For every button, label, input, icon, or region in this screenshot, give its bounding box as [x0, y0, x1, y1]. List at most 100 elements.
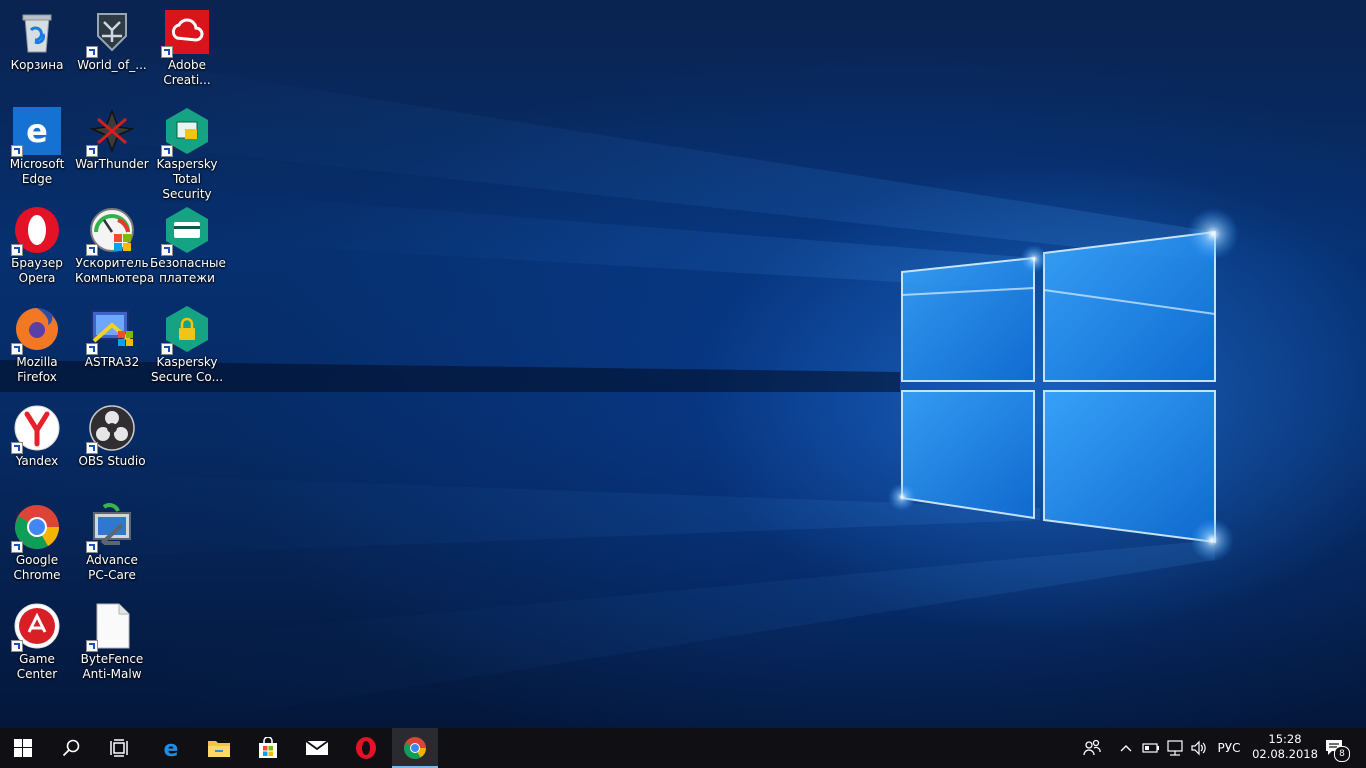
desktop-icon-chrome[interactable]: Google Chrome: [0, 497, 74, 589]
shortcut-arrow-icon: [161, 343, 173, 355]
opera-icon: [11, 206, 61, 256]
shortcut-arrow-icon: [161, 244, 173, 256]
shortcut-arrow-icon: [86, 640, 98, 652]
taskbar-explorer-button[interactable]: [196, 728, 242, 768]
speedometer-icon: [86, 206, 136, 256]
shortcut-arrow-icon: [11, 541, 23, 553]
network-icon: [1167, 740, 1183, 756]
game-center-icon: [11, 602, 61, 652]
desktop-icon-label: Ускоритель Компьютера: [75, 256, 155, 285]
volume-button[interactable]: [1188, 728, 1210, 768]
desktop-icon-astra32[interactable]: ASTRA32: [75, 299, 149, 391]
desktop-icon-label: Kaspersky Secure Co...: [150, 355, 224, 384]
notification-count-badge: 8: [1334, 746, 1350, 762]
recycle-bin-icon: [13, 8, 61, 56]
shortcut-arrow-icon: [11, 145, 23, 157]
opera-icon: [356, 737, 376, 759]
action-center-button[interactable]: 8: [1320, 728, 1350, 768]
shortcut-arrow-icon: [161, 46, 173, 58]
search-button[interactable]: [48, 728, 94, 768]
chrome-icon: [11, 503, 61, 553]
desktop-icon-bytefence[interactable]: ByteFence Anti-Malw: [75, 596, 149, 688]
adobe-creative-cloud-icon: [161, 8, 211, 58]
desktop-icon-obs[interactable]: OBS Studio: [75, 398, 149, 490]
desktop-icon-kaspersky-secure-connection[interactable]: Kaspersky Secure Co...: [150, 299, 224, 391]
pc-care-icon: [86, 503, 136, 553]
shortcut-arrow-icon: [86, 541, 98, 553]
start-button[interactable]: [0, 728, 46, 768]
chrome-icon: [404, 737, 426, 759]
task-view-button[interactable]: [96, 728, 142, 768]
blank-file-icon: [86, 602, 136, 652]
desktop-icon-label: ASTRA32: [84, 355, 140, 369]
desktop-icon-label: World_of_...: [77, 58, 147, 72]
kaspersky-secure-connection-icon: [161, 305, 211, 355]
desktop-icon-label: Kaspersky Total Security: [156, 157, 218, 201]
firefox-icon: [11, 305, 61, 355]
task-view-icon: [110, 739, 128, 757]
mail-icon: [305, 740, 329, 755]
taskbar-store-button[interactable]: [245, 728, 291, 768]
taskbar-edge-button[interactable]: e: [148, 728, 194, 768]
shortcut-arrow-icon: [11, 442, 23, 454]
edge-icon: e: [11, 107, 61, 157]
warthunder-icon: [86, 107, 136, 157]
input-language-button[interactable]: РУС: [1212, 728, 1246, 768]
people-button[interactable]: [1078, 728, 1106, 768]
desktop-icon-label: Game Center: [16, 652, 58, 681]
desktop-icon-edge[interactable]: e Microsoft Edge: [0, 101, 74, 193]
battery-button[interactable]: [1140, 728, 1162, 768]
desktop-icon-adobe-cc[interactable]: Adobe Creati...: [150, 2, 224, 94]
desktop-icon-yandex[interactable]: Yandex: [0, 398, 74, 490]
taskbar-chrome-button[interactable]: [392, 728, 438, 768]
desktop-icon-label: Браузер Opera: [11, 256, 63, 285]
desktop-icon-warthunder[interactable]: WarThunder: [75, 101, 149, 193]
shortcut-arrow-icon: [11, 244, 23, 256]
shortcut-arrow-icon: [86, 244, 98, 256]
taskbar-opera-button[interactable]: [343, 728, 389, 768]
taskbar: e РУС 15:28 02.08.2018 8: [0, 728, 1366, 768]
chevron-up-icon: [1120, 745, 1132, 752]
network-button[interactable]: [1164, 728, 1186, 768]
svg-text:e: e: [26, 112, 48, 150]
kaspersky-total-security-icon: [161, 107, 211, 157]
people-icon: [1083, 739, 1101, 756]
desktop-icon-label: Adobe Creati...: [163, 58, 211, 87]
desktop-icon-game-center[interactable]: Game Center: [0, 596, 74, 688]
desktop-icon-recycle-bin[interactable]: Корзина: [0, 2, 74, 94]
input-language-label: РУС: [1217, 741, 1241, 755]
taskbar-mail-button[interactable]: [294, 728, 340, 768]
desktop-icon-kaspersky-total-security[interactable]: Kaspersky Total Security: [150, 101, 224, 201]
clock-time: 15:28: [1268, 732, 1302, 746]
shortcut-arrow-icon: [86, 145, 98, 157]
shortcut-arrow-icon: [161, 145, 173, 157]
yandex-icon: [11, 404, 61, 454]
shortcut-arrow-icon: [86, 442, 98, 454]
show-hidden-icons-button[interactable]: [1116, 728, 1136, 768]
desktop-icon-firefox[interactable]: Mozilla Firefox: [0, 299, 74, 391]
desktop-icon-label: Mozilla Firefox: [16, 355, 58, 384]
folder-icon: [208, 741, 230, 757]
desktop-icon-world-of-warships[interactable]: World_of_...: [75, 2, 149, 94]
windows-logo-icon: [14, 739, 32, 757]
shortcut-arrow-icon: [86, 343, 98, 355]
desktop-icon-advance-pc-care[interactable]: Advance PC-Care: [75, 497, 149, 589]
desktop-icon-pc-accelerator[interactable]: Ускоритель Компьютера: [75, 200, 155, 292]
search-icon: [62, 739, 80, 757]
clock-date: 02.08.2018: [1252, 747, 1318, 761]
desktop-icon-label: Безопасные платежи: [150, 256, 226, 285]
desktop-icon-label: ByteFence Anti-Malw: [80, 652, 144, 681]
shortcut-arrow-icon: [11, 343, 23, 355]
shortcut-arrow-icon: [11, 640, 23, 652]
safe-payments-icon: [161, 206, 211, 256]
clock-button[interactable]: 15:28 02.08.2018: [1248, 728, 1322, 768]
svg-text:e: e: [164, 737, 179, 760]
astra32-icon: [86, 305, 136, 355]
desktop-icon-opera[interactable]: Браузер Opera: [0, 200, 74, 292]
desktop-icon-label: Google Chrome: [13, 553, 61, 582]
desktop-icon-label: Yandex: [15, 454, 59, 468]
desktop-icon-safe-payments[interactable]: Безопасные платежи: [150, 200, 226, 292]
desktop-icon-label: OBS Studio: [78, 454, 146, 468]
speaker-icon: [1191, 740, 1206, 756]
shortcut-arrow-icon: [86, 46, 98, 58]
